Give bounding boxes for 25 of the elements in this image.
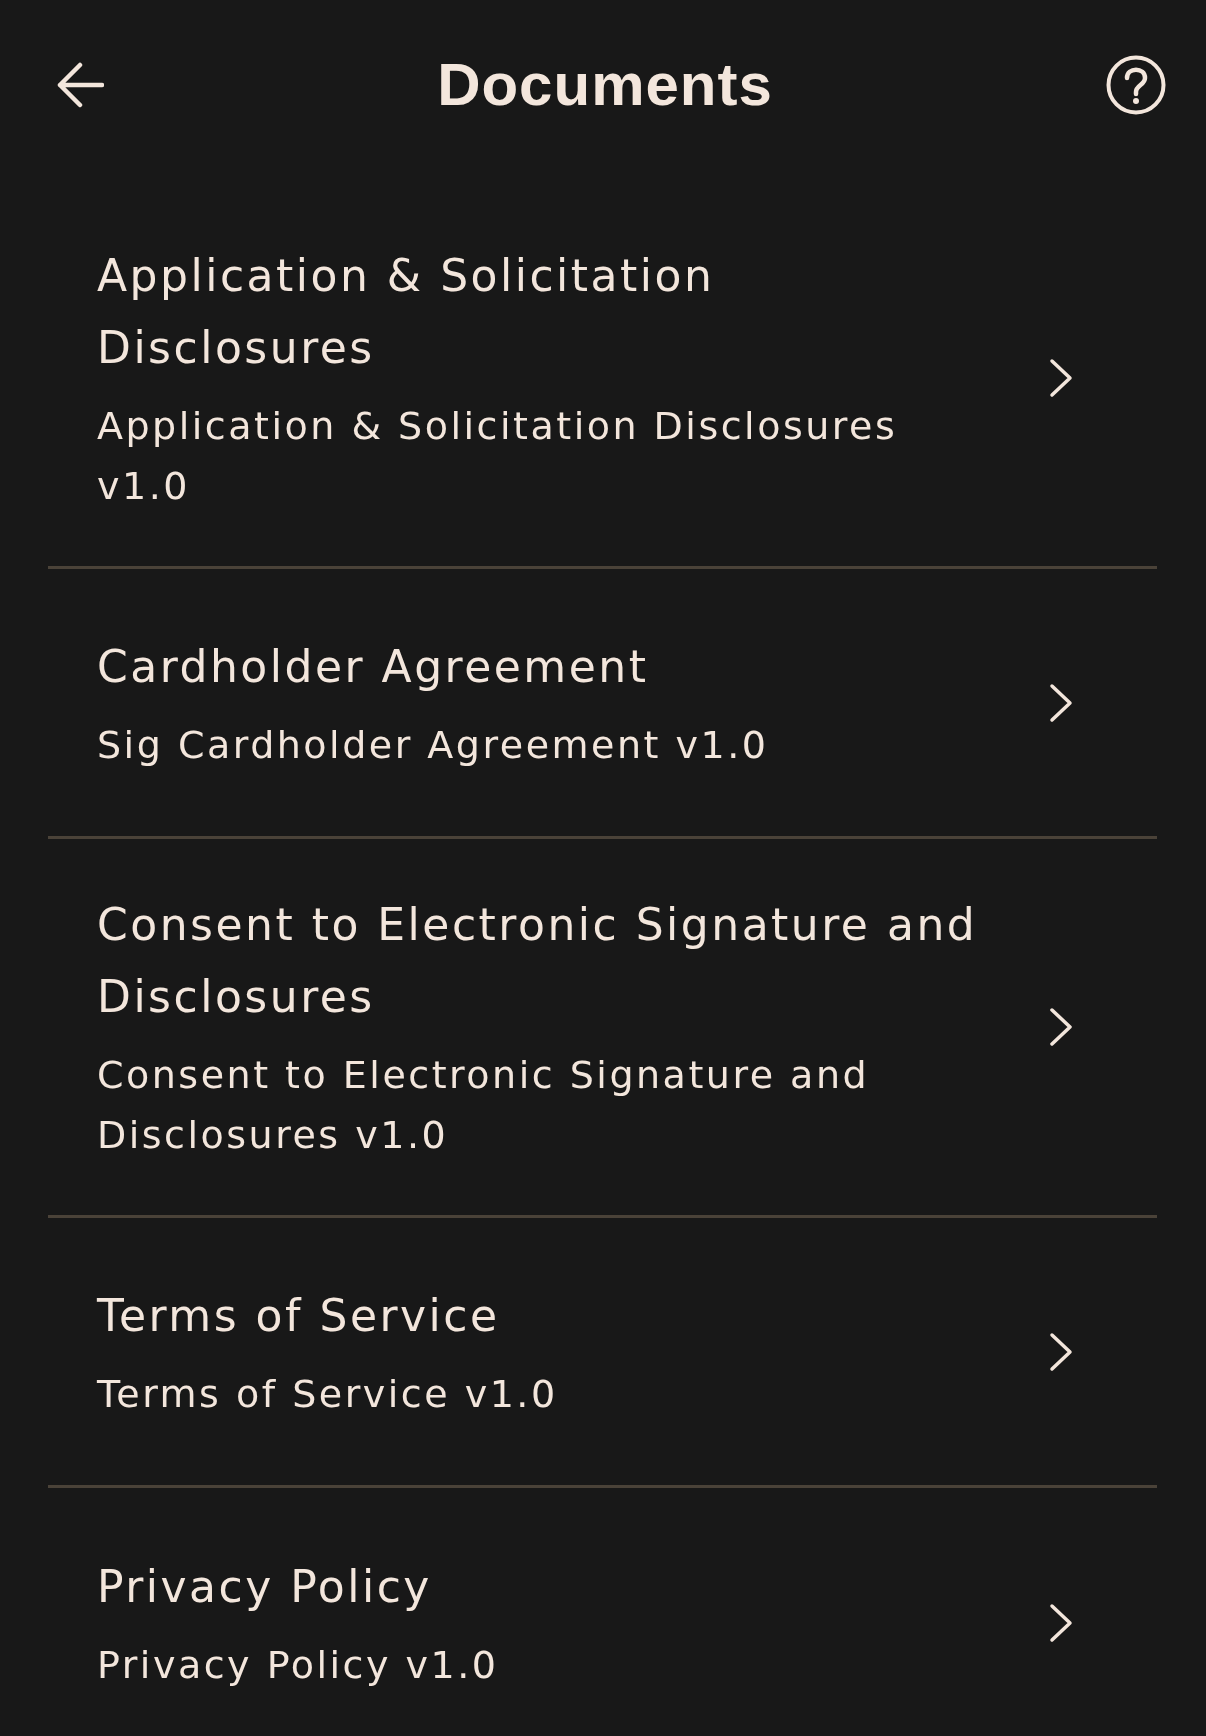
chevron-right-icon bbox=[1049, 1007, 1073, 1047]
document-title: Privacy Policy bbox=[97, 1560, 433, 1614]
chevron-right-icon bbox=[1049, 358, 1073, 398]
document-row[interactable]: Privacy Policy Privacy Policy v1.0 bbox=[48, 1488, 1157, 1736]
back-button[interactable] bbox=[56, 62, 104, 108]
page-title: Documents bbox=[437, 50, 773, 120]
chevron-right-icon bbox=[1049, 1331, 1073, 1372]
document-row[interactable]: Cardholder Agreement Sig Cardholder Agreement v1.0 bbox=[48, 569, 1157, 839]
document-title: Consent to Electronic Signature and Disclosures bbox=[97, 898, 979, 1024]
document-title: Application & Solicitation Disclosures bbox=[97, 249, 716, 375]
document-row[interactable]: Terms of Service Terms of Service v1.0 bbox=[48, 1218, 1157, 1488]
document-version: Sig Cardholder Agreement v1.0 bbox=[97, 721, 770, 769]
help-button[interactable] bbox=[1106, 55, 1166, 115]
document-title: Terms of Service bbox=[97, 1288, 501, 1343]
document-version: Consent to Electronic Signature and Disclosures v1.0 bbox=[97, 1052, 871, 1159]
help-icon bbox=[1106, 55, 1166, 115]
document-title: Cardholder Agreement bbox=[97, 639, 650, 694]
document-row[interactable]: Application & Solicitation Disclosures Application & Solicitation Disclosures v1.0 bbox=[48, 190, 1157, 569]
chevron-right-icon bbox=[1049, 1603, 1073, 1643]
document-version: Application & Solicitation Disclosures v1.0 bbox=[97, 403, 899, 510]
document-version: Privacy Policy v1.0 bbox=[97, 1642, 500, 1689]
document-row[interactable]: Consent to Electronic Signature and Disclosures Consent to Electronic Signature and Disclosures v1.0 bbox=[48, 839, 1157, 1218]
document-version: Terms of Service v1.0 bbox=[97, 1370, 559, 1418]
chevron-right-icon bbox=[1049, 682, 1073, 723]
back-arrow-icon bbox=[56, 62, 104, 108]
